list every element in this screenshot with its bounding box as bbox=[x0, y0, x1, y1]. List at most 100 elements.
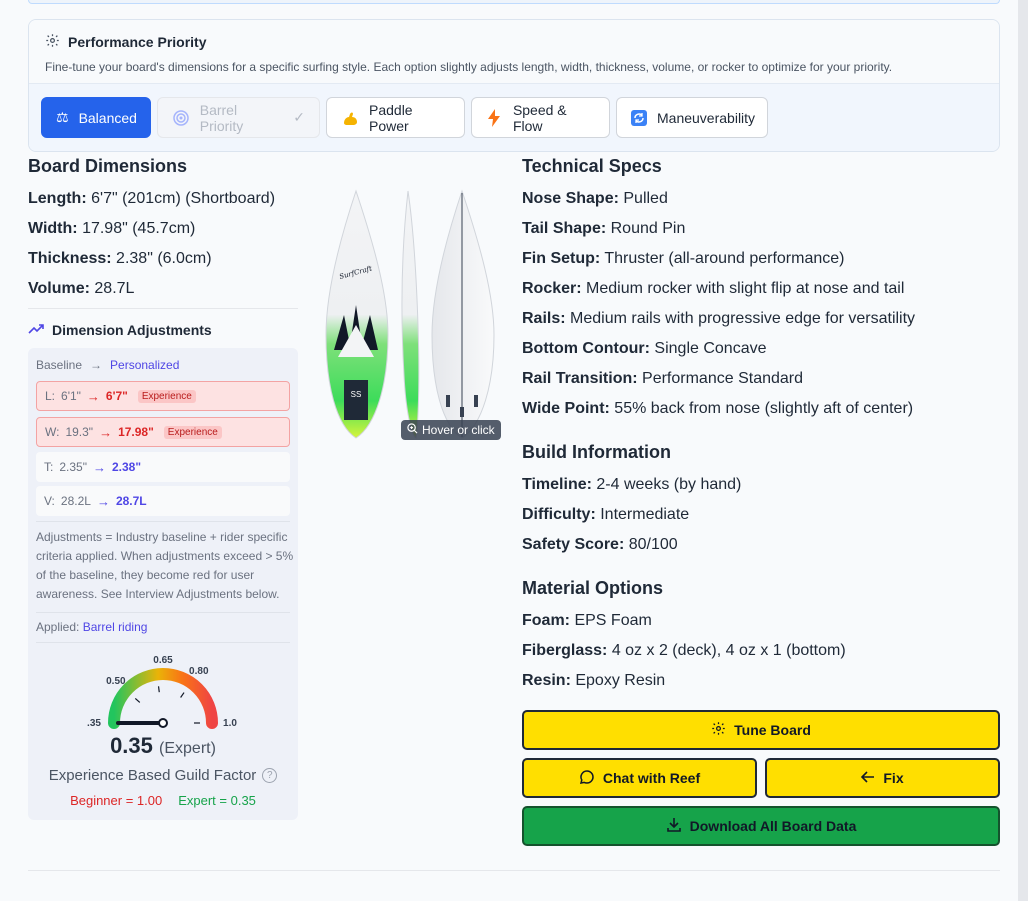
beginner-legend: Beginner = 1.00 bbox=[70, 793, 163, 808]
board-dimensions-title: Board Dimensions bbox=[28, 156, 188, 176]
gear-icon bbox=[711, 721, 726, 739]
adjustment-row-thickness: T: 2.35" → 2.38" bbox=[36, 452, 290, 482]
spec-label: Rocker: bbox=[522, 280, 582, 297]
priority-paddle-button[interactable]: Paddle Power bbox=[326, 97, 465, 138]
gauge-tick-label: .35 bbox=[87, 718, 101, 729]
help-icon[interactable]: ? bbox=[262, 768, 278, 783]
gauge-hub bbox=[158, 718, 168, 728]
hover-label: Hover or click bbox=[422, 423, 495, 437]
tune-board-button[interactable]: Tune Board bbox=[522, 710, 1000, 750]
scale-icon: ⚖ bbox=[56, 109, 69, 125]
spec-value: Pulled bbox=[623, 190, 668, 207]
fix-button[interactable]: Fix bbox=[765, 758, 1000, 798]
priority-balanced-button[interactable]: ⚖ Balanced bbox=[41, 97, 151, 138]
gauge-tick bbox=[180, 692, 185, 698]
check-icon: ✓ bbox=[293, 109, 305, 125]
spec-label: Nose Shape: bbox=[522, 190, 619, 207]
build-information-title: Build Information bbox=[522, 442, 671, 462]
adjustment-key: L: bbox=[45, 389, 56, 403]
adjustment-to: 28.7L bbox=[115, 494, 147, 508]
spec-label: Timeline: bbox=[522, 476, 592, 493]
spec-tail-shape: Tail Shape: Round Pin bbox=[522, 220, 685, 238]
guild-factor-gauge: .35 0.50 0.65 0.80 1.0 bbox=[87, 655, 237, 729]
adjustment-row-volume: V: 28.2L → 28.7L bbox=[36, 486, 290, 516]
dimension-volume: Volume: 28.7L bbox=[28, 280, 134, 298]
performance-title: Performance Priority bbox=[68, 34, 207, 50]
divider bbox=[36, 521, 290, 522]
priority-speed-button[interactable]: Speed & Flow bbox=[471, 97, 610, 138]
gauge-tick-label: 0.65 bbox=[153, 655, 173, 666]
build-timeline: Timeline: 2-4 weeks (by hand) bbox=[522, 476, 741, 494]
gauge-tick-label: 0.50 bbox=[106, 676, 126, 687]
spec-label: Volume: bbox=[28, 280, 90, 297]
adjustment-key: W: bbox=[45, 425, 60, 439]
adjustment-from: 28.2L bbox=[60, 494, 91, 508]
divider bbox=[28, 870, 1000, 871]
spec-value: 2.38" (6.0cm) bbox=[116, 250, 212, 267]
adjustment-to: 2.38" bbox=[111, 460, 142, 474]
spec-value: Epoxy Resin bbox=[575, 672, 666, 689]
spec-value: 6'7" (201cm) (Shortboard) bbox=[91, 190, 276, 207]
priority-options: ⚖ Balanced Barrel Priority ✓ Paddle Powe… bbox=[29, 84, 999, 151]
divider bbox=[36, 612, 290, 613]
button-label: Fix bbox=[883, 770, 904, 786]
spec-value: Round Pin bbox=[610, 220, 686, 237]
surfboard-image[interactable]: SS SurfCraft bbox=[318, 185, 504, 443]
spec-value: Intermediate bbox=[600, 506, 690, 523]
muscle-icon bbox=[341, 109, 359, 127]
spec-value: Single Concave bbox=[654, 340, 767, 357]
gauge-arc bbox=[108, 668, 218, 729]
divider bbox=[36, 642, 290, 643]
applied-value[interactable]: Barrel riding bbox=[83, 620, 148, 634]
spec-rocker: Rocker: Medium rocker with slight flip a… bbox=[522, 280, 904, 298]
performance-title-row: Performance Priority bbox=[45, 33, 983, 51]
spec-label: Width: bbox=[28, 220, 78, 237]
priority-label: Paddle Power bbox=[369, 101, 413, 134]
wave-icon bbox=[172, 109, 190, 127]
download-icon bbox=[666, 817, 682, 836]
guild-factor-title: Experience Based Guild Factor ? bbox=[28, 767, 298, 784]
hover-or-click-hint[interactable]: Hover or click bbox=[401, 420, 501, 440]
spec-label: Rails: bbox=[522, 310, 566, 327]
arrow-icon: → bbox=[96, 493, 110, 509]
material-resin: Resin: Epoxy Resin bbox=[522, 672, 665, 690]
button-label: Download All Board Data bbox=[689, 818, 857, 834]
adjustment-to: 17.98" bbox=[118, 425, 154, 439]
chat-with-reef-button[interactable]: Chat with Reef bbox=[522, 758, 757, 798]
download-board-data-button[interactable]: Download All Board Data bbox=[522, 806, 1000, 846]
performance-header: Performance Priority Fine-tune your boar… bbox=[29, 20, 999, 84]
spec-label: Wide Point: bbox=[522, 400, 610, 417]
arrow-icon: → bbox=[99, 424, 113, 440]
spec-rails: Rails: Medium rails with progressive edg… bbox=[522, 310, 915, 328]
dimension-adjustments-title: Dimension Adjustments bbox=[28, 322, 212, 338]
spec-value: EPS Foam bbox=[574, 612, 652, 629]
build-safety-score: Safety Score: 80/100 bbox=[522, 536, 678, 554]
spec-value: Thruster (all-around performance) bbox=[604, 250, 845, 267]
applied-label: Applied: bbox=[36, 620, 80, 634]
gear-icon bbox=[45, 33, 60, 51]
priority-maneuverability-button[interactable]: Maneuverability bbox=[616, 97, 768, 138]
button-label: Chat with Reef bbox=[602, 770, 701, 786]
priority-label: Maneuverability bbox=[657, 109, 756, 126]
arrow-icon: → bbox=[86, 388, 100, 404]
spec-value: 55% back from nose (slightly aft of cent… bbox=[614, 400, 914, 417]
spec-value: 17.98" (45.7cm) bbox=[82, 220, 196, 237]
adjustment-to: 6'7" bbox=[105, 389, 128, 403]
spec-wide-point: Wide Point: 55% back from nose (slightly… bbox=[522, 400, 913, 418]
adjustments-panel: Baseline → Personalized L: 6'1" → 6'7" E… bbox=[28, 348, 298, 820]
trending-up-icon bbox=[28, 322, 44, 338]
expert-legend: Expert = 0.35 bbox=[178, 793, 256, 808]
spec-rail-transition: Rail Transition: Performance Standard bbox=[522, 370, 803, 388]
gauge-tick-label: 0.80 bbox=[189, 666, 209, 677]
chat-bubble-icon bbox=[579, 769, 595, 788]
arrow-icon: → bbox=[92, 459, 106, 475]
gauge-tick bbox=[134, 698, 141, 703]
spec-value: 80/100 bbox=[628, 536, 678, 553]
priority-barrel-button[interactable]: Barrel Priority ✓ bbox=[157, 97, 320, 138]
adjustment-key: V: bbox=[44, 494, 55, 508]
zoom-icon bbox=[407, 423, 418, 437]
baseline-label: Baseline bbox=[36, 358, 83, 372]
dimension-length: Length: 6'7" (201cm) (Shortboard) bbox=[28, 190, 275, 208]
experience-badge: Experience bbox=[163, 425, 222, 439]
scrollbar-track[interactable] bbox=[1018, 0, 1028, 901]
